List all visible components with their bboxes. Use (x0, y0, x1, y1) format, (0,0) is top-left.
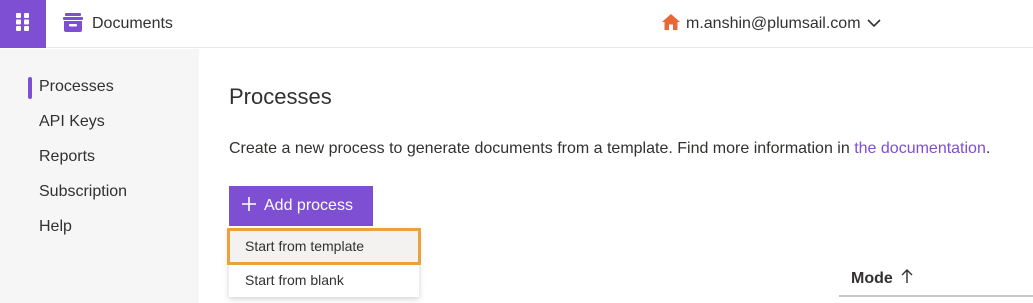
menu-item-start-from-template[interactable]: Start from template (227, 228, 421, 265)
top-bar: Documents m.anshin@plumsail.com (0, 0, 1033, 48)
column-header-label: Mode (851, 269, 893, 287)
chevron-down-icon (866, 15, 881, 33)
account-email: m.anshin@plumsail.com (686, 15, 861, 32)
sidebar-item-api-keys[interactable]: API Keys (39, 110, 105, 134)
waffle-grid-icon (16, 12, 30, 36)
plus-icon (242, 196, 256, 216)
menu-item-start-from-blank[interactable]: Start from blank (229, 264, 419, 297)
sidebar-item-subscription[interactable]: Subscription (39, 180, 127, 204)
sidebar-item-help[interactable]: Help (39, 215, 72, 239)
description-text: Create a new process to generate documen… (229, 140, 855, 157)
column-header-mode[interactable]: Mode (839, 262, 1033, 297)
file-box-icon (62, 11, 84, 38)
account-menu[interactable]: m.anshin@plumsail.com (662, 12, 881, 36)
page-title: Processes (229, 84, 332, 109)
home-icon (662, 13, 680, 35)
add-process-button[interactable]: Add process (229, 186, 373, 226)
add-process-menu: Start from template Start from blank (227, 228, 421, 297)
add-process-label: Add process (264, 197, 353, 214)
sidebar-item-reports[interactable]: Reports (39, 145, 95, 169)
app-title: Documents (92, 15, 173, 32)
brand[interactable]: Documents (62, 12, 173, 36)
arrow-up-icon (901, 269, 913, 288)
documentation-link[interactable]: the documentation (854, 140, 986, 157)
description: Create a new process to generate documen… (229, 140, 990, 158)
description-suffix: . (985, 140, 991, 157)
app-launcher-button[interactable] (0, 0, 46, 48)
active-indicator (28, 77, 32, 99)
sidebar-item-processes[interactable]: Processes (39, 75, 114, 99)
